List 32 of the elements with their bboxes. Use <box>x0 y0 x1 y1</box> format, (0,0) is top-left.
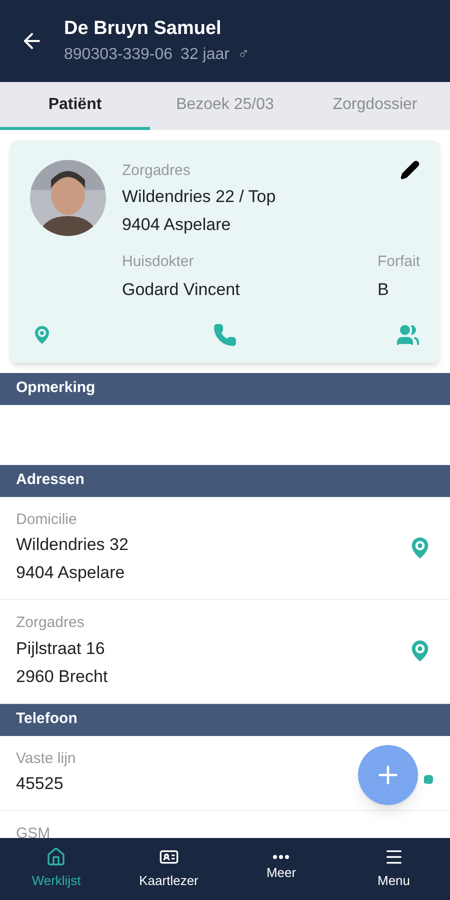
forfait-value: B <box>377 279 390 301</box>
age: 32 jaar <box>180 45 230 66</box>
field-label: Huisdokter <box>122 252 195 272</box>
doctor-name: Godard Vincent <box>122 279 240 301</box>
address-line: Wildendries 32 <box>16 534 128 556</box>
home-icon <box>46 847 66 868</box>
field-label: Zorgadres <box>16 613 86 633</box>
nav-item[interactable]: Meer <box>225 838 338 900</box>
gender-symbol: ♂ <box>237 45 250 66</box>
address-line: Wildendries 22 / Top <box>122 186 277 208</box>
national-number: 890303-339-06 <box>64 45 173 66</box>
field-label: Zorgadres <box>122 161 190 181</box>
nav-item[interactable]: Kaartlezer <box>112 838 225 900</box>
address-line: 9404 Aspelare <box>122 214 232 236</box>
field-label: Vaste lijn <box>16 748 76 768</box>
address-line: 2960 Brecht <box>16 666 108 688</box>
section-header: Adressen <box>0 464 450 496</box>
address-line: 9404 Aspelare <box>16 562 126 584</box>
tab[interactable]: Patiënt <box>0 82 150 130</box>
people-icon[interactable] <box>396 322 420 346</box>
edit-icon[interactable] <box>400 160 420 180</box>
nav-item[interactable]: Menu <box>338 838 450 900</box>
more-icon <box>273 855 290 860</box>
field-label: GSM <box>16 824 50 838</box>
patient-name: De Bruyn Samuel <box>64 16 222 41</box>
phone-number: 45525 <box>16 773 64 795</box>
field-label: Forfait <box>377 252 420 272</box>
address-line: Pijlstraat 16 <box>16 638 106 660</box>
nav-item[interactable]: Werklijst <box>0 838 112 900</box>
section-header: Telefoon <box>0 704 450 736</box>
field-label: Domicilie <box>16 510 78 530</box>
section-header: Opmerking <box>0 372 450 404</box>
